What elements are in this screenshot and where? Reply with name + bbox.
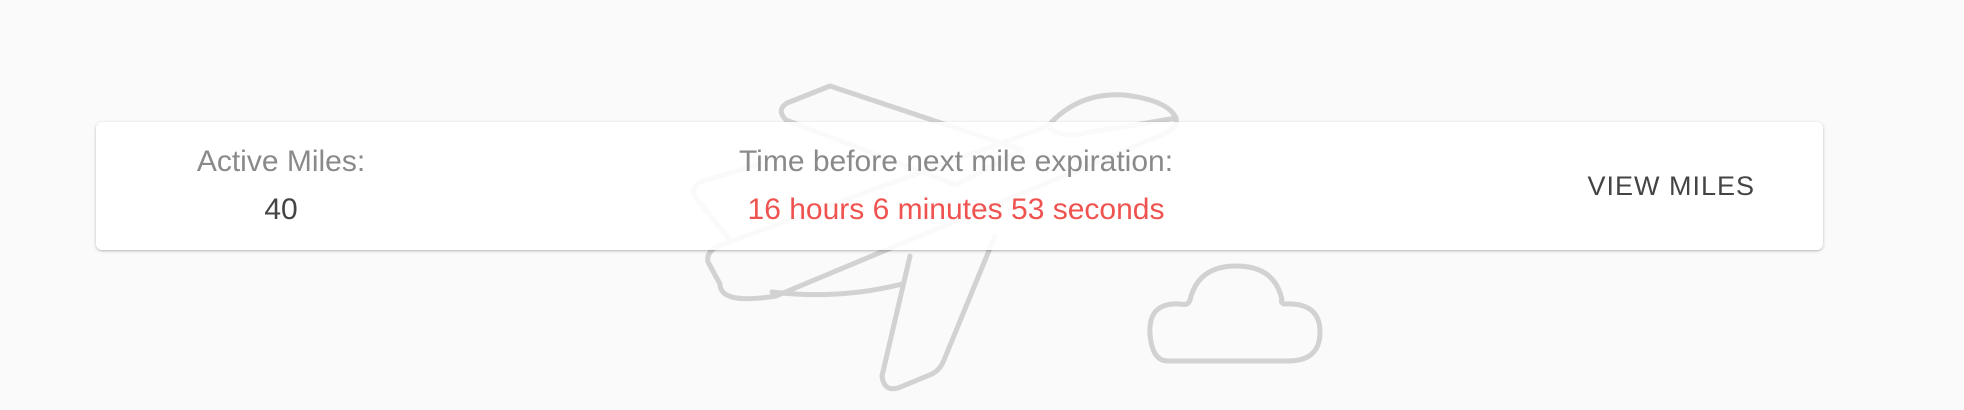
active-miles-label: Active Miles: bbox=[196, 145, 366, 178]
expiration-section: Time before next mile expiration: 16 hou… bbox=[696, 144, 1216, 228]
miles-summary-card: Active Miles: 40 Time before next mile e… bbox=[96, 122, 1823, 250]
expiration-label: Time before next mile expiration: bbox=[738, 145, 1174, 178]
active-miles-section: Active Miles: 40 bbox=[146, 144, 416, 228]
expiration-countdown: 16 hours 6 minutes 53 seconds bbox=[747, 193, 1165, 226]
active-miles-value: 40 bbox=[264, 193, 298, 226]
miles-widget: Active Miles: 40 Time before next mile e… bbox=[0, 0, 1964, 410]
view-miles-button[interactable]: VIEW MILES bbox=[1577, 164, 1765, 208]
cloud-icon bbox=[1147, 263, 1323, 364]
